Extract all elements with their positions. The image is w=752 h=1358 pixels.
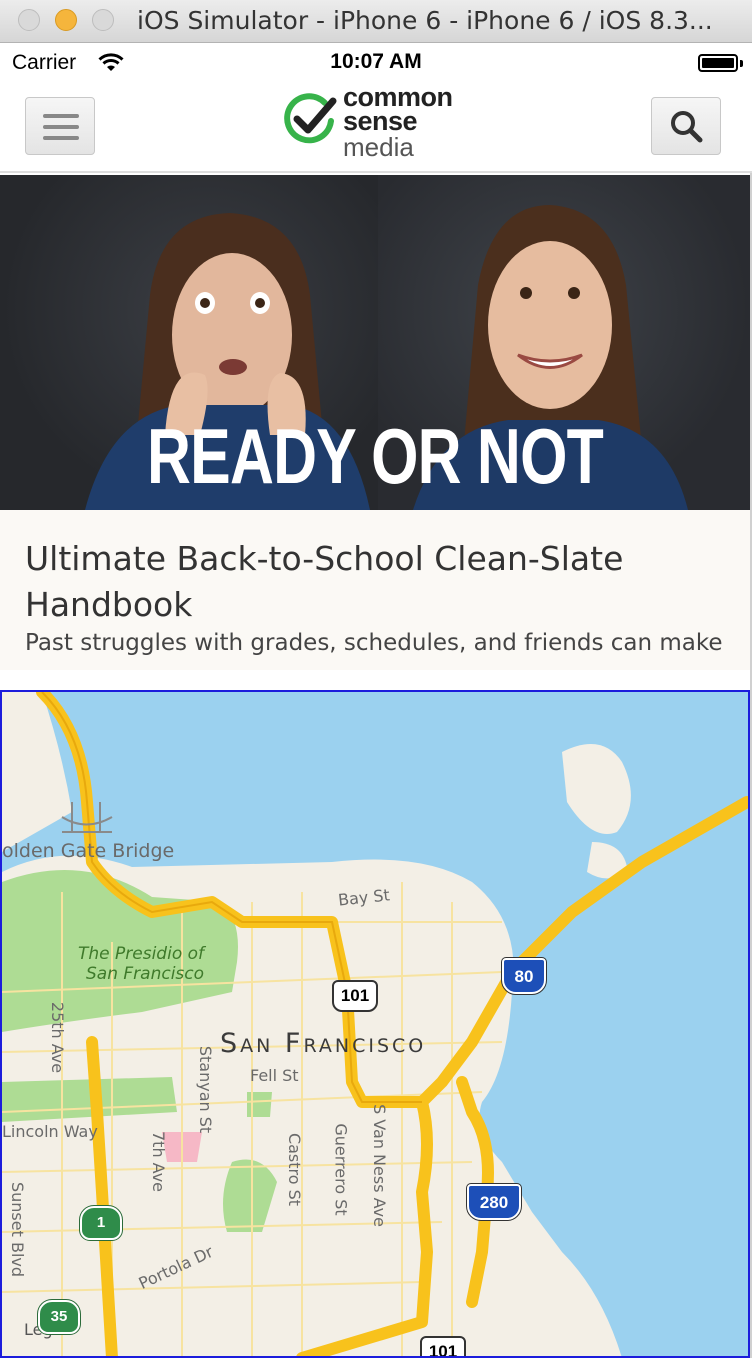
ca-35-shield-label: 35 <box>50 1308 68 1325</box>
us-101-shield: 101 <box>332 980 378 1012</box>
ca-1-shield-label: 1 <box>96 1214 106 1231</box>
window-title: iOS Simulator - iPhone 6 - iPhone 6 / iO… <box>137 6 713 35</box>
logo-text: common sense media <box>343 84 453 162</box>
window-titlebar: iOS Simulator - iPhone 6 - iPhone 6 / iO… <box>0 0 752 43</box>
map-canvas <box>2 692 748 1356</box>
search-button[interactable] <box>651 97 721 155</box>
logo-word-sense: sense <box>343 106 418 136</box>
battery-tip <box>740 60 743 67</box>
ca-35-shield: 35 <box>37 1299 81 1335</box>
content-spacer <box>0 670 750 690</box>
interstate-80-shield: 80 <box>501 957 547 995</box>
window-close-button[interactable] <box>18 9 40 31</box>
article-description: Past struggles with grades, schedules, a… <box>25 630 723 656</box>
map-label-presidio-2: San Francisco <box>86 964 205 984</box>
interstate-280-shield-label: 280 <box>479 1193 509 1212</box>
logo-word-media: media <box>343 132 414 162</box>
map-label-sunset-blvd: Sunset Blvd <box>8 1181 28 1278</box>
map-label-lincoln-way: Lincoln Way <box>2 1122 98 1141</box>
hero-image[interactable]: READY OR NOT <box>0 175 750 510</box>
status-time: 10:07 AM <box>330 50 422 73</box>
menu-button[interactable] <box>25 97 95 155</box>
hero-overlay-text: READY OR NOT <box>146 412 604 500</box>
window-zoom-button[interactable] <box>92 9 114 31</box>
article-card[interactable]: Ultimate Back-to-School Clean-Slate Hand… <box>0 510 750 670</box>
map-label-castro-st: Castro St <box>285 1132 305 1207</box>
map-label-guerrero-st: Guerrero St <box>331 1123 351 1216</box>
common-sense-media-logo[interactable]: common sense media <box>281 84 471 169</box>
article-title[interactable]: Ultimate Back-to-School Clean-Slate Hand… <box>25 536 725 628</box>
map-label-fell-st: Fell St <box>250 1066 299 1085</box>
us-101-shield-label: 101 <box>340 986 370 1005</box>
interstate-80-shield-label: 80 <box>514 967 534 986</box>
search-icon <box>671 111 703 143</box>
map-label-golden-gate-bridge: olden Gate Bridge <box>2 840 175 862</box>
ca-1-shield: 1 <box>79 1205 123 1241</box>
window-minimize-button[interactable] <box>55 9 77 31</box>
app-header: common sense media <box>0 83 752 173</box>
status-bar: Carrier 10:07 AM <box>0 43 752 83</box>
checkmark-logo-icon <box>284 93 337 144</box>
us-101-shield-bottom: 101 <box>420 1336 466 1358</box>
us-101-shield-bottom-label: 101 <box>428 1342 458 1358</box>
interstate-280-shield: 280 <box>466 1183 522 1221</box>
battery-icon <box>698 54 738 72</box>
map-label-7th-ave: 7th Ave <box>149 1131 168 1192</box>
map-label-city: San Francisco <box>220 1028 427 1059</box>
map-label-van-ness-ave: S Van Ness Ave <box>369 1104 389 1227</box>
map-label-stanyan-st: Stanyan St <box>196 1045 216 1134</box>
map-label-presidio-1: The Presidio of <box>78 944 205 964</box>
map-view[interactable]: olden Gate Bridge The Presidio of San Fr… <box>0 690 750 1358</box>
map-label-25th-ave: 25th Ave <box>48 1001 68 1074</box>
